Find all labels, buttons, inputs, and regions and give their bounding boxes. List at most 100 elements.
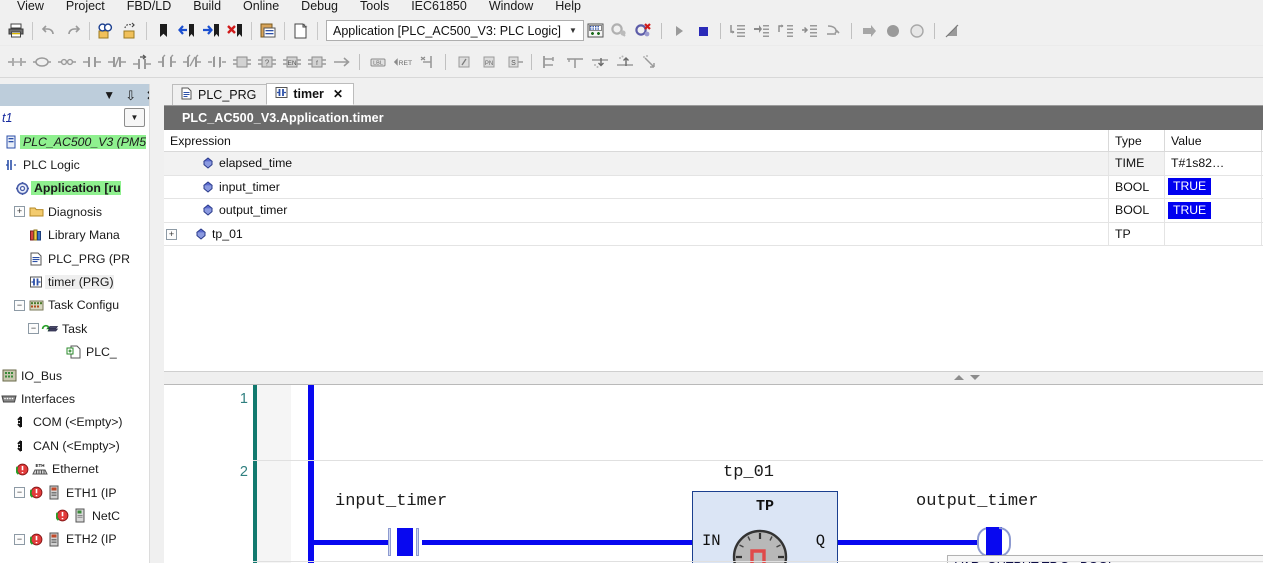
cell-expression[interactable]: + tp_01	[164, 222, 1109, 246]
editor-splitter[interactable]	[164, 371, 1263, 385]
cell-expression[interactable]: output_timer	[164, 199, 1109, 222]
single-cycle-icon[interactable]	[857, 19, 881, 43]
table-row[interactable]: + tp_01 TP	[164, 222, 1263, 247]
insert-box-call-icon[interactable]: f	[304, 51, 329, 73]
insert-contact-parallel-icon[interactable]	[79, 51, 104, 73]
insert-branch-icon[interactable]	[415, 51, 440, 73]
cell-expression[interactable]: elapsed_time	[164, 152, 1109, 175]
tree-item-task[interactable]: − Task	[0, 317, 146, 340]
menu-item-build[interactable]: Build	[182, 0, 232, 16]
insert-label-icon[interactable]: LBL	[365, 51, 390, 73]
close-icon[interactable]: ✕	[333, 87, 343, 101]
application-selector[interactable]: Application [PLC_AC500_V3: PLC Logic] ▼	[326, 20, 584, 41]
insert-branch-above-icon[interactable]	[537, 51, 562, 73]
menu-item-view[interactable]: View	[6, 0, 55, 16]
bookmark-icon[interactable]	[151, 19, 175, 43]
menu-item-debug[interactable]: Debug	[290, 0, 349, 16]
tree-expander-minus[interactable]: −	[28, 323, 39, 335]
start-icon[interactable]	[667, 19, 691, 43]
next-bookmark-icon[interactable]	[199, 19, 223, 43]
redo-icon[interactable]	[61, 19, 85, 43]
tree-item-interfaces[interactable]: Interfaces	[0, 387, 146, 410]
cell-expression[interactable]: input_timer	[164, 175, 1109, 199]
tree-item-plc-prg[interactable]: PLC_PRG (PR	[0, 247, 146, 270]
menu-item-project[interactable]: Project	[55, 0, 116, 16]
chevron-up-icon[interactable]	[954, 375, 964, 380]
edge-detection-icon[interactable]: PN	[476, 51, 501, 73]
insert-contact-negated-icon[interactable]	[104, 51, 129, 73]
tree-item-plc-logic[interactable]: PLC Logic	[0, 153, 146, 176]
step-out-icon[interactable]	[774, 19, 798, 43]
menu-item-help[interactable]: Help	[544, 0, 592, 16]
tree-item-library-manager[interactable]: Library Mana	[0, 224, 146, 247]
block-instance-label[interactable]: tp_01	[723, 463, 774, 482]
cell-value[interactable]: T#1s82…	[1165, 152, 1262, 175]
tree-expander-plus[interactable]: +	[14, 206, 25, 218]
login-icon[interactable]	[608, 19, 632, 43]
block-output-q[interactable]: Q	[816, 532, 825, 550]
toggle-breakpoint-icon[interactable]	[905, 19, 929, 43]
tree-item-io-bus[interactable]: IO_Bus	[0, 364, 146, 387]
paste-below-icon[interactable]	[612, 51, 637, 73]
insert-network-below-icon[interactable]	[29, 51, 54, 73]
menu-item-fbd-ld[interactable]: FBD/LD	[116, 0, 182, 16]
column-header-type[interactable]: Type	[1109, 130, 1165, 151]
coil-output-timer[interactable]	[977, 527, 1011, 557]
tree-item-netconfig[interactable]: NetC	[0, 504, 146, 527]
menu-item-window[interactable]: Window	[478, 0, 544, 16]
menu-item-online[interactable]: Online	[232, 0, 290, 16]
tree-expander-plus[interactable]: +	[166, 228, 177, 240]
tree-expander-minus[interactable]: −	[14, 487, 25, 499]
block-input-in[interactable]: IN	[702, 532, 721, 550]
paste-properties-icon[interactable]	[256, 19, 280, 43]
set-output-icon[interactable]: S	[501, 51, 526, 73]
devices-filter-dropdown[interactable]: ▼	[124, 108, 145, 127]
ladder-canvas[interactable]: 1 2 input_timer T#10S t	[164, 385, 1263, 563]
insert-jump-icon[interactable]	[329, 51, 354, 73]
insert-coil-set-icon[interactable]	[179, 51, 204, 73]
insert-contact-rising-icon[interactable]	[129, 51, 154, 73]
menu-item-iec61850[interactable]: IEC61850	[400, 0, 478, 16]
splitter-arrows[interactable]	[954, 375, 980, 380]
tree-item-can-port[interactable]: CAN (<Empty>)	[0, 434, 146, 457]
cell-value[interactable]: TRUE	[1165, 199, 1262, 222]
tab-timer[interactable]: timer ✕	[266, 83, 354, 105]
run-to-cursor-icon[interactable]	[798, 19, 822, 43]
tree-item-task-call[interactable]: PLC_	[0, 341, 146, 364]
insert-coil-reset-icon[interactable]	[204, 51, 229, 73]
insert-return-icon[interactable]: RET	[390, 51, 415, 73]
cell-value[interactable]	[1165, 222, 1262, 246]
insert-empty-box-icon[interactable]: EN	[279, 51, 304, 73]
tree-item-com-port[interactable]: COM (<Empty>)	[0, 411, 146, 434]
logout-icon[interactable]	[632, 19, 656, 43]
insert-box-with-en-icon[interactable]: ?	[254, 51, 279, 73]
write-values-icon[interactable]	[940, 19, 964, 43]
insert-contact-icon[interactable]	[54, 51, 79, 73]
tree-item-task-configuration[interactable]: − Task Configu	[0, 294, 146, 317]
step-over-icon[interactable]	[750, 19, 774, 43]
previous-bookmark-icon[interactable]	[175, 19, 199, 43]
column-header-value[interactable]: Value	[1165, 130, 1262, 151]
dock-splitter[interactable]	[149, 84, 163, 563]
tree-item-eth1[interactable]: − ETH1 (IP	[0, 481, 146, 504]
negation-icon[interactable]	[451, 51, 476, 73]
replace-icon[interactable]	[118, 19, 142, 43]
chevron-down-icon[interactable]	[970, 375, 980, 380]
table-row[interactable]: output_timer BOOL TRUE	[164, 199, 1263, 223]
insert-branch-below-icon[interactable]	[562, 51, 587, 73]
pin-icon[interactable]: ⇩	[125, 89, 136, 102]
tree-item-plc-device[interactable]: PLC_AC500_V3 (PM5	[0, 130, 146, 153]
new-file-icon[interactable]	[289, 19, 313, 43]
tree-item-ethernet[interactable]: ETH Ethernet	[0, 457, 146, 480]
undo-icon[interactable]	[37, 19, 61, 43]
cell-value[interactable]: TRUE	[1165, 175, 1262, 199]
function-block-tp[interactable]: TP IN PT Q ET	[692, 491, 838, 563]
tree-item-diagnosis[interactable]: + Diagnosis	[0, 200, 146, 223]
set-next-statement-icon[interactable]	[822, 19, 846, 43]
insert-network-icon[interactable]	[4, 51, 29, 73]
print-icon[interactable]	[4, 19, 28, 43]
tree-item-application[interactable]: Application [ru	[0, 177, 146, 200]
tab-plc-prg[interactable]: PLC_PRG	[172, 84, 268, 105]
contact-input-timer[interactable]	[388, 528, 422, 556]
tree-expander-minus[interactable]: −	[14, 533, 25, 545]
